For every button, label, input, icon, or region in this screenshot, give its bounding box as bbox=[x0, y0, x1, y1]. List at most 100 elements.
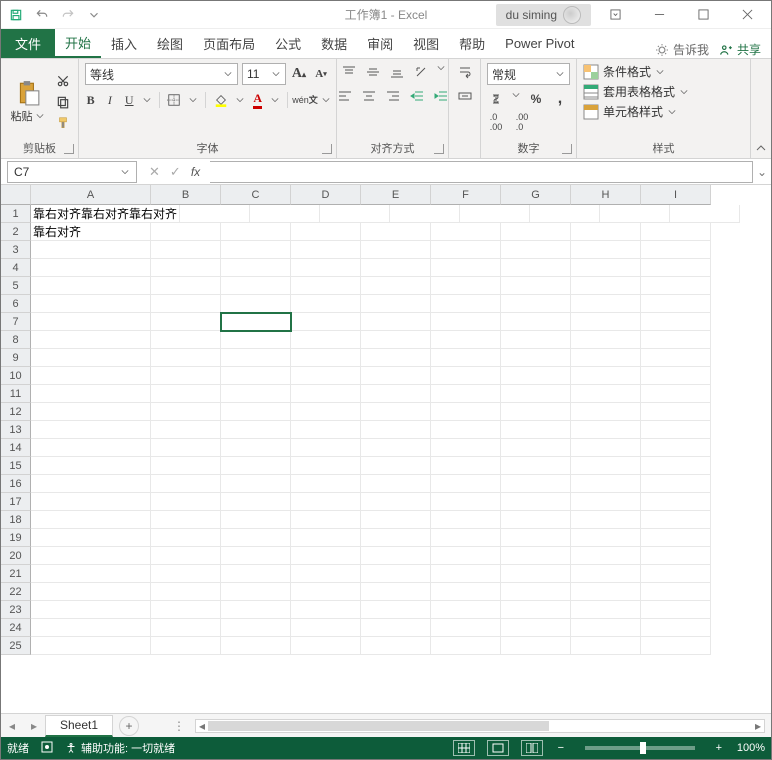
align-top-icon[interactable] bbox=[340, 63, 358, 81]
cell[interactable] bbox=[571, 295, 641, 313]
cell[interactable] bbox=[221, 223, 291, 241]
cell[interactable] bbox=[641, 601, 711, 619]
sheet-nav-next-icon[interactable]: ▸ bbox=[25, 717, 43, 735]
cell[interactable] bbox=[641, 547, 711, 565]
row-header[interactable]: 10 bbox=[1, 367, 31, 385]
align-bottom-icon[interactable] bbox=[388, 63, 406, 81]
orientation-icon[interactable] bbox=[412, 63, 430, 81]
cell[interactable] bbox=[501, 439, 571, 457]
row-header[interactable]: 15 bbox=[1, 457, 31, 475]
cell[interactable] bbox=[431, 241, 501, 259]
cell[interactable] bbox=[431, 583, 501, 601]
cell[interactable] bbox=[501, 493, 571, 511]
macro-record-icon[interactable] bbox=[41, 741, 53, 756]
cell[interactable] bbox=[641, 259, 711, 277]
cell[interactable] bbox=[151, 223, 221, 241]
cell[interactable] bbox=[361, 349, 431, 367]
col-header[interactable]: D bbox=[291, 185, 361, 205]
cell[interactable] bbox=[501, 367, 571, 385]
cell[interactable] bbox=[151, 259, 221, 277]
accessibility-status[interactable]: 辅助功能: 一切就绪 bbox=[65, 740, 175, 756]
cell[interactable] bbox=[431, 313, 501, 331]
cell[interactable] bbox=[361, 511, 431, 529]
cell[interactable] bbox=[530, 205, 600, 223]
cell[interactable] bbox=[641, 421, 711, 439]
row-header[interactable]: 20 bbox=[1, 547, 31, 565]
cell[interactable] bbox=[221, 421, 291, 439]
cell[interactable] bbox=[600, 205, 670, 223]
row-header[interactable]: 23 bbox=[1, 601, 31, 619]
cell[interactable] bbox=[390, 205, 460, 223]
increase-indent-icon[interactable] bbox=[432, 87, 450, 105]
cell[interactable] bbox=[291, 241, 361, 259]
cell[interactable] bbox=[571, 385, 641, 403]
cell[interactable] bbox=[641, 367, 711, 385]
cell[interactable] bbox=[151, 277, 221, 295]
decrease-decimal-icon[interactable]: .00.0 bbox=[513, 113, 531, 131]
cell[interactable] bbox=[361, 547, 431, 565]
cell[interactable] bbox=[641, 475, 711, 493]
sheet-nav-prev-icon[interactable]: ◂ bbox=[3, 717, 21, 735]
cell[interactable] bbox=[571, 637, 641, 655]
cell[interactable] bbox=[151, 511, 221, 529]
cell[interactable] bbox=[501, 565, 571, 583]
cell[interactable] bbox=[361, 367, 431, 385]
cell[interactable] bbox=[571, 619, 641, 637]
cell[interactable] bbox=[221, 367, 291, 385]
minimize-icon[interactable] bbox=[639, 1, 679, 29]
row-header[interactable]: 13 bbox=[1, 421, 31, 439]
tab-insert[interactable]: 插入 bbox=[101, 28, 147, 58]
cell[interactable] bbox=[641, 241, 711, 259]
paste-button[interactable]: 粘贴 bbox=[7, 80, 48, 124]
cell-styles-button[interactable]: 单元格样式 bbox=[583, 103, 744, 120]
cell[interactable] bbox=[151, 475, 221, 493]
increase-decimal-icon[interactable]: .0.00 bbox=[487, 113, 505, 131]
col-header[interactable]: F bbox=[431, 185, 501, 205]
cell[interactable] bbox=[291, 403, 361, 421]
font-color-icon[interactable]: A bbox=[252, 91, 263, 109]
cut-icon[interactable] bbox=[54, 72, 72, 90]
cell[interactable] bbox=[501, 547, 571, 565]
cell[interactable] bbox=[151, 529, 221, 547]
cell[interactable] bbox=[291, 619, 361, 637]
cell[interactable] bbox=[571, 259, 641, 277]
cell[interactable] bbox=[431, 259, 501, 277]
cell[interactable] bbox=[431, 439, 501, 457]
cell[interactable] bbox=[501, 421, 571, 439]
zoom-slider[interactable] bbox=[585, 746, 695, 750]
italic-icon[interactable]: I bbox=[104, 91, 115, 109]
row-header[interactable]: 14 bbox=[1, 439, 31, 457]
cell[interactable] bbox=[361, 421, 431, 439]
cell[interactable] bbox=[180, 205, 250, 223]
fx-icon[interactable]: fx bbox=[191, 165, 200, 179]
cell[interactable] bbox=[151, 367, 221, 385]
maximize-icon[interactable] bbox=[683, 1, 723, 29]
cell[interactable] bbox=[151, 295, 221, 313]
cell[interactable] bbox=[431, 295, 501, 313]
col-header[interactable]: G bbox=[501, 185, 571, 205]
row-header[interactable]: 4 bbox=[1, 259, 31, 277]
cell[interactable] bbox=[641, 565, 711, 583]
align-left-icon[interactable] bbox=[336, 87, 354, 105]
h-scrollbar[interactable]: ◂▸ bbox=[195, 719, 765, 733]
cell[interactable] bbox=[641, 457, 711, 475]
row-header[interactable]: 19 bbox=[1, 529, 31, 547]
cell[interactable] bbox=[291, 493, 361, 511]
cell[interactable] bbox=[291, 313, 361, 331]
row-header[interactable]: 21 bbox=[1, 565, 31, 583]
cell[interactable] bbox=[221, 493, 291, 511]
cell[interactable] bbox=[501, 295, 571, 313]
zoom-level[interactable]: 100% bbox=[737, 742, 765, 754]
row-header[interactable]: 18 bbox=[1, 511, 31, 529]
cell[interactable] bbox=[221, 457, 291, 475]
col-header[interactable]: B bbox=[151, 185, 221, 205]
cell[interactable] bbox=[361, 313, 431, 331]
cell[interactable] bbox=[31, 241, 151, 259]
col-header[interactable]: I bbox=[641, 185, 711, 205]
phonetic-icon[interactable]: wén文 bbox=[296, 91, 314, 109]
cell[interactable] bbox=[670, 205, 740, 223]
cell[interactable] bbox=[291, 457, 361, 475]
cell[interactable] bbox=[361, 331, 431, 349]
cell[interactable] bbox=[641, 277, 711, 295]
cell[interactable] bbox=[151, 385, 221, 403]
